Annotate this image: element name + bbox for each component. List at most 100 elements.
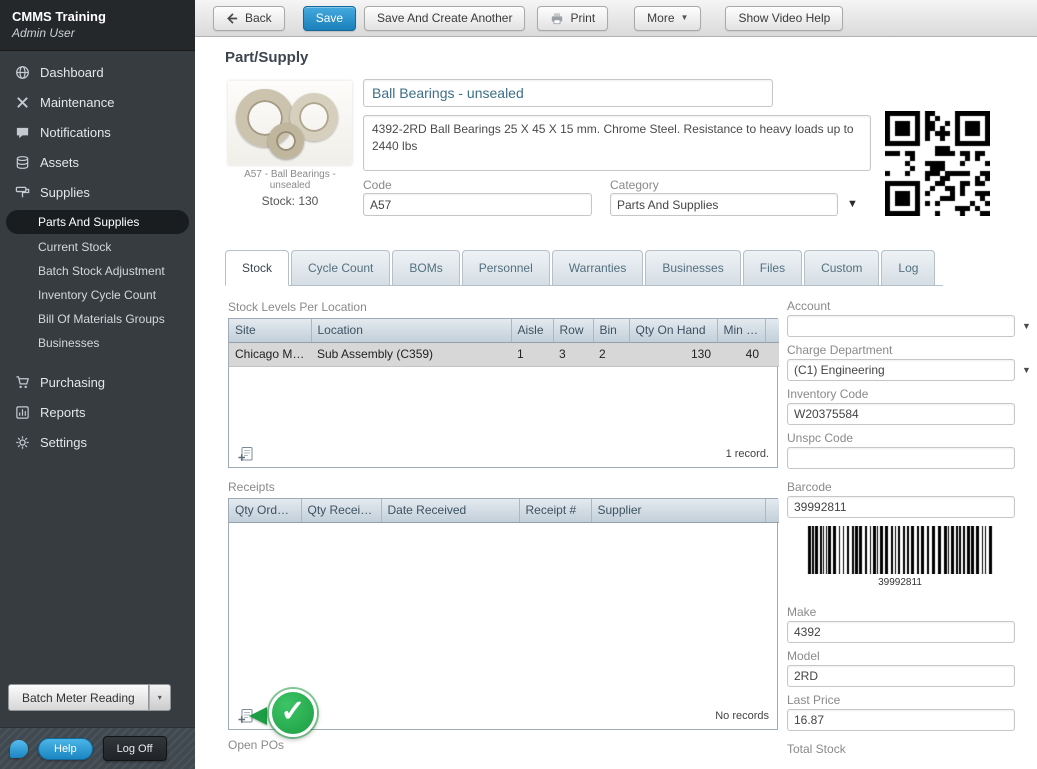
current-user: Admin User bbox=[12, 26, 75, 40]
sidebar-subitem-batch-stock-adjustment[interactable]: Batch Stock Adjustment bbox=[0, 259, 195, 283]
chevron-down-icon[interactable]: ▼ bbox=[1022, 365, 1031, 375]
tab-businesses[interactable]: Businesses bbox=[645, 250, 741, 285]
stock-levels-grid: Site Location Aisle Row Bin Qty On Hand … bbox=[228, 318, 779, 468]
part-description-input[interactable]: 4392-2RD Ball Bearings 25 X 45 X 15 mm. … bbox=[363, 115, 871, 171]
model-label: Model bbox=[787, 649, 820, 663]
column-header-location[interactable]: Location bbox=[311, 319, 512, 343]
receipts-grid: Qty Ordered Qty Received Date Received R… bbox=[228, 498, 779, 730]
add-record-icon[interactable] bbox=[237, 708, 254, 725]
last-price-input[interactable] bbox=[787, 709, 1015, 731]
dashboard-icon bbox=[14, 64, 30, 80]
sidebar-item-label: Dashboard bbox=[40, 64, 104, 80]
log-off-button[interactable]: Log Off bbox=[102, 736, 167, 761]
tab-boms[interactable]: BOMs bbox=[392, 250, 460, 285]
batch-meter-reading-button[interactable]: Batch Meter Reading bbox=[8, 684, 149, 711]
category-label: Category bbox=[610, 178, 659, 192]
chevron-down-icon[interactable]: ▼ bbox=[1022, 321, 1031, 331]
unspc-code-input[interactable] bbox=[787, 447, 1015, 469]
chevron-down-icon[interactable]: ▼ bbox=[847, 198, 858, 210]
column-header-qty-on-hand[interactable]: Qty On Hand bbox=[629, 319, 718, 343]
model-input[interactable] bbox=[787, 665, 1015, 687]
column-header-bin[interactable]: Bin bbox=[593, 319, 630, 343]
column-header-supplier[interactable]: Supplier bbox=[591, 499, 766, 523]
sidebar-subitem-inventory-cycle-count[interactable]: Inventory Cycle Count bbox=[0, 283, 195, 307]
qr-code bbox=[885, 111, 990, 216]
sidebar-item-reports[interactable]: Reports bbox=[0, 397, 195, 427]
tab-stock[interactable]: Stock bbox=[225, 250, 290, 286]
cell-row: 3 bbox=[553, 342, 593, 367]
print-button[interactable]: Print bbox=[537, 5, 609, 31]
column-header-filler bbox=[765, 499, 779, 523]
cell-location: Sub Assembly (C359) bbox=[311, 342, 511, 367]
sidebar-item-label: Assets bbox=[40, 154, 80, 170]
main-content: Part/Supply A57 - Ball Bearings - unseal… bbox=[195, 37, 1037, 769]
tab-personnel[interactable]: Personnel bbox=[461, 250, 550, 285]
sidebar-menu: Dashboard Maintenance Notifications Asse… bbox=[0, 51, 195, 457]
sidebar-item-notifications[interactable]: Notifications bbox=[0, 117, 195, 147]
toolbar: Back Save Save And Create Another Print … bbox=[195, 0, 1037, 37]
tab-cycle-count[interactable]: Cycle Count bbox=[291, 250, 391, 285]
column-header-qty-received[interactable]: Qty Received bbox=[301, 499, 382, 523]
cell-site: Chicago Ma... bbox=[229, 342, 311, 367]
column-header-date-received[interactable]: Date Received bbox=[381, 499, 520, 523]
help-button[interactable]: Help bbox=[38, 737, 93, 760]
unspc-code-label: Unspc Code bbox=[787, 431, 854, 445]
add-record-icon[interactable] bbox=[237, 446, 254, 463]
chevron-down-icon: ▾ bbox=[157, 693, 162, 702]
sidebar-subitem-bill-of-materials-groups[interactable]: Bill Of Materials Groups bbox=[0, 307, 195, 331]
inventory-code-input[interactable] bbox=[787, 403, 1015, 425]
part-details-panel: Account ▼ Charge Department ▼ Inventory … bbox=[787, 300, 1037, 758]
cell-bin: 2 bbox=[593, 342, 629, 367]
column-header-receipt-number[interactable]: Receipt # bbox=[519, 499, 592, 523]
part-name-input[interactable] bbox=[363, 79, 773, 107]
code-input[interactable] bbox=[363, 193, 592, 216]
charge-department-label: Charge Department bbox=[787, 343, 893, 357]
save-and-create-another-button[interactable]: Save And Create Another bbox=[364, 5, 526, 31]
sidebar-item-purchasing[interactable]: Purchasing bbox=[0, 367, 195, 397]
tab-log[interactable]: Log bbox=[881, 250, 936, 285]
sidebar-subitem-current-stock[interactable]: Current Stock bbox=[0, 235, 195, 259]
sidebar-item-maintenance[interactable]: Maintenance bbox=[0, 87, 195, 117]
make-input[interactable] bbox=[787, 621, 1015, 643]
sidebar-item-label: Purchasing bbox=[40, 374, 106, 390]
category-input[interactable] bbox=[610, 193, 838, 216]
help-bubble-icon bbox=[10, 739, 28, 758]
assets-icon bbox=[14, 154, 30, 170]
column-header-min-qty[interactable]: Min Qty bbox=[717, 319, 766, 343]
column-header-site[interactable]: Site bbox=[229, 319, 312, 343]
tab-custom[interactable]: Custom bbox=[804, 250, 880, 285]
sidebar-item-supplies[interactable]: Supplies bbox=[0, 177, 195, 207]
charge-department-input[interactable] bbox=[787, 359, 1015, 381]
show-video-help-button[interactable]: Show Video Help bbox=[725, 5, 844, 31]
stock-levels-section-label: Stock Levels Per Location bbox=[228, 300, 367, 314]
settings-icon bbox=[14, 434, 30, 450]
open-pos-section-label: Open POs bbox=[228, 738, 285, 752]
back-button[interactable]: Back bbox=[213, 5, 285, 31]
account-input[interactable] bbox=[787, 315, 1015, 337]
column-header-qty-ordered[interactable]: Qty Ordered bbox=[229, 499, 302, 523]
sidebar-subitem-businesses[interactable]: Businesses bbox=[0, 331, 195, 355]
sidebar-header: CMMS Training Admin User bbox=[0, 0, 195, 51]
more-button[interactable]: More ▼ bbox=[634, 5, 702, 31]
sidebar-item-label: Supplies bbox=[40, 184, 90, 200]
column-header-aisle[interactable]: Aisle bbox=[511, 319, 554, 343]
chevron-down-icon: ▼ bbox=[680, 13, 689, 22]
account-label: Account bbox=[787, 299, 831, 313]
sidebar-item-label: Reports bbox=[40, 404, 86, 420]
receipts-section-label: Receipts bbox=[228, 480, 275, 494]
column-header-row[interactable]: Row bbox=[553, 319, 594, 343]
sidebar-item-label: Notifications bbox=[40, 124, 111, 140]
table-row[interactable]: Chicago Ma... Sub Assembly (C359) 1 3 2 … bbox=[229, 342, 779, 367]
sidebar-item-settings[interactable]: Settings bbox=[0, 427, 195, 457]
sidebar-item-dashboard[interactable]: Dashboard bbox=[0, 57, 195, 87]
barcode-input[interactable] bbox=[787, 496, 1015, 518]
tab-files[interactable]: Files bbox=[742, 250, 803, 285]
tab-warranties[interactable]: Warranties bbox=[551, 250, 644, 285]
supplies-icon bbox=[14, 184, 30, 200]
arrow-left-icon bbox=[227, 12, 238, 24]
sidebar-subitem-parts-and-supplies[interactable]: Parts And Supplies bbox=[6, 210, 189, 234]
sidebar-item-assets[interactable]: Assets bbox=[0, 147, 195, 177]
batch-meter-reading-dropdown[interactable]: ▾ bbox=[148, 684, 171, 711]
save-button[interactable]: Save bbox=[302, 5, 357, 31]
cell-qty-on-hand: 130 bbox=[629, 342, 717, 367]
